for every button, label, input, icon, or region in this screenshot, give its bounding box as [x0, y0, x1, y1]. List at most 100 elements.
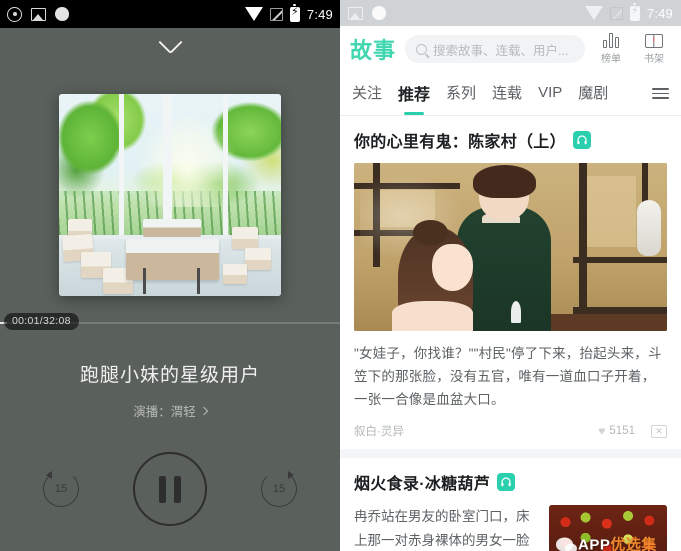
rewind-15-icon: 15 — [43, 471, 79, 507]
close-icon: ✕ — [655, 425, 663, 436]
tab-drama[interactable]: 魔剧 — [578, 82, 608, 105]
rank-label: 榜单 — [601, 54, 621, 65]
like-count: 5151 — [609, 425, 635, 437]
story-hero-image[interactable] — [354, 163, 667, 331]
like-button[interactable]: ♥ 5151 — [598, 424, 635, 438]
track-author-label: 演播：渭轻 — [133, 405, 196, 419]
vase — [636, 199, 661, 256]
status-notification-icons — [7, 6, 69, 22]
dismiss-button[interactable]: ✕ — [651, 424, 667, 438]
pause-icon-bar — [174, 475, 181, 503]
signal-off-icon — [609, 6, 623, 20]
feed-status-bar: 7:49 — [340, 0, 681, 26]
rewind-15-button[interactable]: 15 — [43, 471, 79, 507]
feed-tab-bar: 关注 推荐 系列 连载 VIP 魔剧 — [340, 72, 681, 116]
story-excerpt: "女娃子，你找谁？""村民"停了下来，抬起头来，斗笠下的那张脸，没有五官，唯有一… — [354, 346, 662, 407]
headphone-icon — [572, 131, 591, 149]
album-art-area — [0, 64, 340, 312]
track-meta: 跑腿小妹的星级用户 演播：渭轻 — [0, 334, 340, 420]
desk-near — [125, 239, 219, 280]
desk-leg — [143, 267, 147, 294]
wifi-icon — [244, 7, 263, 21]
tab-series[interactable]: 系列 — [446, 82, 476, 105]
bookshelf-label: 书架 — [644, 53, 664, 65]
story-card[interactable]: 烟火食录·冰糖葫芦 冉乔站在男友的卧室门口，床上那一对赤身裸体的男女一脸惊慌，女… — [340, 458, 681, 551]
bookshelf-button[interactable]: 书架 — [637, 33, 671, 65]
collapse-player-button[interactable] — [0, 28, 340, 64]
chair — [245, 247, 272, 270]
search-input[interactable]: 搜索故事、连载、用户... — [405, 35, 585, 63]
battery-charging-icon — [629, 2, 640, 21]
tab-vip[interactable]: VIP — [538, 84, 562, 103]
woman-face — [432, 243, 473, 291]
story-feed-screen: 7:49 故事 搜索故事、连载、用户... 榜单 书架 关注 推荐 系列 连载 … — [340, 0, 681, 551]
chevron-right-icon — [199, 406, 208, 415]
rewind-seconds-label: 15 — [54, 483, 68, 495]
album-artwork — [59, 94, 281, 296]
story-title-row: 烟火食录·冰糖葫芦 — [354, 470, 667, 494]
chair — [223, 263, 248, 284]
dual-screenshot: 7:49 — [0, 0, 681, 551]
window-mullion — [223, 94, 229, 240]
bar-chart-icon — [603, 33, 619, 48]
watermark: APP优选集 — [549, 534, 667, 551]
track-title: 跑腿小妹的星级用户 — [79, 365, 260, 386]
story-body-row: 冉乔站在男友的卧室门口，床上那一对赤身裸体的男女一脸惊慌，女人扯过被子裹 APP… — [354, 505, 667, 551]
story-actions: ♥ 5151 ✕ — [598, 424, 667, 438]
player-status-bar: 7:49 — [0, 0, 340, 28]
tab-follow[interactable]: 关注 — [352, 82, 382, 105]
story-author: 叙白·灵异 — [354, 426, 404, 438]
blob-icon — [55, 7, 69, 21]
image-icon — [348, 6, 363, 20]
status-clock: 7:49 — [646, 5, 673, 21]
window-mullion — [163, 94, 173, 240]
watermark-text-b: 优选集 — [610, 536, 657, 551]
story-title-row: 你的心里有鬼：陈家村（上） — [354, 128, 667, 152]
feed-header: 故事 搜索故事、连载、用户... 榜单 书架 — [340, 26, 681, 72]
hamburger-icon[interactable] — [652, 87, 669, 100]
window-mullion — [118, 94, 124, 240]
story-thumbnail[interactable]: APP优选集 — [549, 505, 667, 551]
track-author[interactable]: 演播：渭轻 — [0, 401, 340, 420]
woman-hair-bun — [413, 220, 448, 246]
chevron-down-icon — [157, 29, 183, 54]
lattice-beam — [573, 257, 667, 264]
hero-panel — [585, 176, 636, 247]
battery-charging-icon — [289, 3, 300, 22]
woman-shoulder — [391, 300, 473, 331]
search-icon — [416, 43, 428, 55]
status-notification-icons — [348, 6, 386, 20]
disc-icon — [7, 6, 22, 22]
man-hair — [472, 164, 536, 199]
rank-button[interactable]: 榜单 — [594, 33, 628, 65]
pause-button[interactable] — [133, 452, 207, 526]
heart-icon: ♥ — [598, 424, 606, 438]
desk — [548, 314, 667, 331]
desk-far — [143, 219, 202, 238]
progress-area[interactable]: 00:01/32:08 — [0, 312, 340, 334]
blob-icon — [372, 6, 386, 20]
story-title: 烟火食录·冰糖葫芦 — [354, 476, 491, 493]
story-title: 你的心里有鬼：陈家村（上） — [354, 134, 566, 151]
lattice-beam — [579, 163, 588, 331]
flower — [510, 300, 521, 323]
forward-15-button[interactable]: 15 — [261, 471, 297, 507]
desk-leg — [196, 267, 200, 294]
forward-15-icon: 15 — [261, 471, 297, 507]
tab-recommend[interactable]: 推荐 — [398, 81, 430, 107]
watermark-text-a: APP — [578, 536, 611, 551]
status-system-icons: 7:49 — [244, 3, 333, 22]
story-meta-row: 叙白·灵异 ♥ 5151 ✕ — [354, 423, 667, 439]
pause-icon-bar — [159, 475, 166, 503]
story-excerpt: 冉乔站在男友的卧室门口，床上那一对赤身裸体的男女一脸惊慌，女人扯过被子裹 — [354, 509, 530, 548]
audio-player-screen: 7:49 — [0, 0, 340, 551]
watermark-text: APP优选集 — [578, 534, 657, 551]
artwork-sunlight — [138, 114, 237, 208]
forward-seconds-label: 15 — [272, 483, 286, 495]
headphone-icon — [497, 473, 516, 491]
signal-off-icon — [269, 7, 283, 21]
tab-serial[interactable]: 连载 — [492, 82, 522, 105]
playback-controls: 15 15 — [0, 452, 340, 526]
story-card[interactable]: 你的心里有鬼：陈家村（上） "女娃子，你找谁？""村民"停了下来，抬起头来，斗笠… — [340, 116, 681, 449]
wifi-icon — [584, 6, 603, 20]
